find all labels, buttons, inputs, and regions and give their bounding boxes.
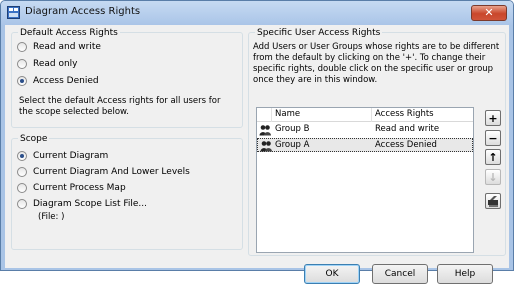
close-button[interactable]: ✕	[471, 5, 507, 21]
list-row[interactable]: Group B Read and write	[257, 123, 473, 137]
radio-label: Read only	[33, 59, 78, 69]
add-user-button[interactable]: +	[485, 110, 501, 126]
close-icon: ✕	[484, 6, 494, 19]
radio-label: Current Diagram	[33, 151, 109, 161]
app-icon	[7, 6, 20, 19]
move-up-button[interactable]: ↑	[485, 149, 501, 165]
radio-indicator-checked	[17, 76, 27, 86]
column-header-access-rights[interactable]: Access Rights	[372, 108, 473, 122]
specific-access-description: Add Users or User Groups whose rights ar…	[253, 42, 500, 85]
radio-label: Current Process Map	[33, 183, 126, 193]
radio-read-and-write[interactable]: Read and write	[17, 42, 101, 52]
radio-indicator	[17, 183, 27, 193]
row-name: Group A	[275, 140, 310, 150]
radio-label: Access Denied	[33, 76, 99, 86]
user-group-icon	[259, 125, 271, 136]
default-access-description: Select the default Access rights for all…	[19, 96, 221, 117]
radio-label: Diagram Scope List File...	[33, 199, 148, 209]
user-group-icon	[260, 141, 272, 152]
help-button[interactable]: Help	[437, 264, 493, 284]
radio-diagram-scope-list-file[interactable]: Diagram Scope List File...	[17, 199, 147, 209]
column-header-blank	[257, 108, 272, 122]
radio-indicator-checked	[17, 151, 27, 161]
radio-indicator	[17, 42, 27, 52]
radio-label: Read and write	[33, 42, 101, 52]
scope-title: Scope	[18, 133, 50, 145]
dialog-client: Default Access Rights Read and write Rea…	[5, 25, 509, 284]
radio-label: Current Diagram And Lower Levels	[33, 167, 190, 177]
radio-indicator	[17, 167, 27, 177]
list-row-selected[interactable]: Group A Access Denied	[257, 138, 473, 152]
radio-indicator	[17, 199, 27, 209]
row-name: Group B	[275, 124, 310, 134]
radio-access-denied[interactable]: Access Denied	[17, 76, 99, 86]
dialog-window: Diagram Access Rights ✕ Default Access R…	[0, 0, 514, 284]
list-header: Name Access Rights	[257, 108, 473, 122]
row-access-rights: Access Denied	[375, 140, 437, 150]
specific-access-title: Specific User Access Rights	[255, 27, 383, 39]
radio-current-diagram-lower-levels[interactable]: Current Diagram And Lower Levels	[17, 167, 190, 177]
user-rights-list[interactable]: Name Access Rights Group B Read and writ…	[256, 107, 474, 253]
window-title: Diagram Access Rights	[25, 6, 141, 17]
radio-indicator	[17, 59, 27, 69]
cancel-button[interactable]: Cancel	[372, 264, 428, 284]
radio-current-diagram[interactable]: Current Diagram	[17, 151, 108, 161]
column-header-name[interactable]: Name	[272, 108, 372, 122]
title-bar[interactable]: Diagram Access Rights ✕	[1, 1, 513, 25]
eraser-icon	[488, 196, 498, 207]
radio-current-process-map[interactable]: Current Process Map	[17, 183, 126, 193]
remove-user-button[interactable]: −	[485, 130, 501, 146]
minus-icon: −	[488, 131, 498, 145]
scope-file-label: (File: )	[38, 212, 65, 222]
arrow-down-icon: ↓	[488, 170, 498, 184]
radio-read-only[interactable]: Read only	[17, 59, 78, 69]
default-access-title: Default Access Rights	[18, 27, 120, 39]
row-access-rights: Read and write	[375, 124, 440, 134]
clear-button[interactable]	[485, 193, 501, 209]
arrow-up-icon: ↑	[488, 150, 498, 164]
ok-button[interactable]: OK	[304, 264, 360, 284]
move-down-button[interactable]: ↓	[485, 169, 501, 185]
plus-icon: +	[488, 111, 498, 125]
